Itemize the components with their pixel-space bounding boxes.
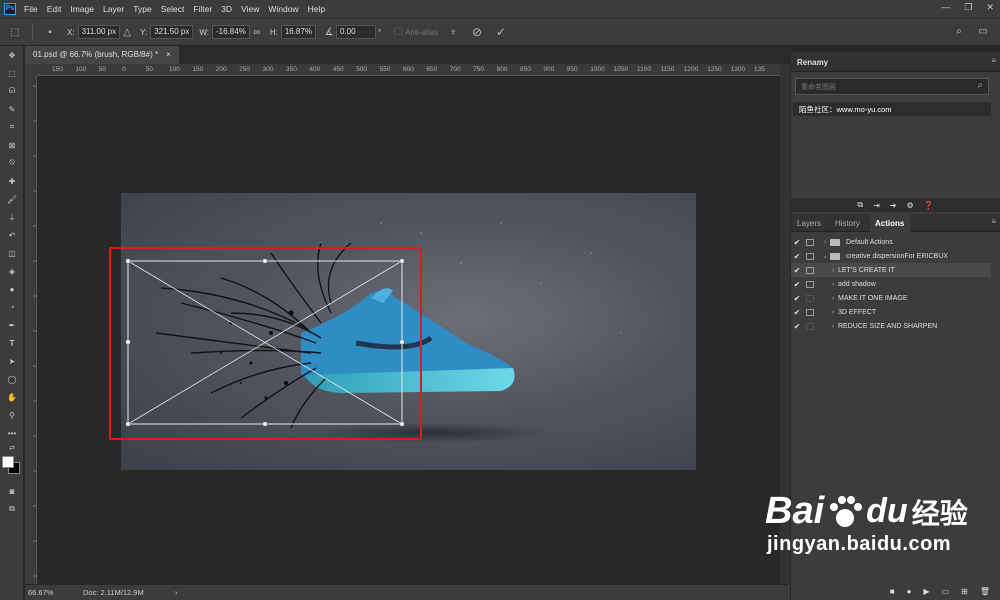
dialog-toggle[interactable] <box>806 238 814 246</box>
folder-icon <box>830 238 840 246</box>
check-icon[interactable]: ✔ <box>791 238 803 247</box>
panel-menu-icon[interactable]: ≡ <box>991 56 996 65</box>
tab-history[interactable]: History <box>835 219 860 228</box>
renamy-item[interactable]: 陌鱼社区：www.mo-yu.com <box>793 102 991 116</box>
dialog-toggle[interactable] <box>806 252 814 260</box>
action-item[interactable]: ✔ › REDUCE SIZE AND SHARPEN <box>791 319 991 333</box>
stop-icon[interactable]: ■ <box>890 587 895 596</box>
dialog-toggle[interactable] <box>806 322 814 330</box>
check-icon[interactable]: ✔ <box>791 266 803 275</box>
check-icon[interactable]: ✔ <box>791 280 803 289</box>
baidu-watermark: Bai du 经验 jingyan.baidu.com <box>765 490 968 556</box>
layers-tabs: Layers History Actions ≡ <box>791 214 1000 232</box>
actions-list: ✔ › Default Actions ✔ ⌄ creative dispers… <box>791 235 1000 355</box>
tab-actions[interactable]: Actions <box>875 219 904 228</box>
info-icon[interactable]: ❓ <box>924 201 934 210</box>
play-icon[interactable]: ▶ <box>923 587 929 596</box>
status-bar: 66.67% Doc: 2.11M/12.9M › <box>25 585 790 600</box>
dialog-toggle[interactable] <box>806 294 814 302</box>
action-item[interactable]: ✔ › add shadow <box>791 277 991 291</box>
new-action-icon[interactable]: ⊞ <box>961 587 968 596</box>
dialog-toggle[interactable] <box>806 280 814 288</box>
chevron-down-icon[interactable]: ⌄ <box>820 252 830 260</box>
status-menu-icon[interactable]: › <box>175 588 178 597</box>
action-label: LET'S CREATE IT <box>838 266 895 274</box>
dialog-toggle[interactable] <box>806 308 814 316</box>
actions-dock-icon[interactable]: ⧉ <box>857 200 863 210</box>
watermark-brand: Bai <box>765 490 825 532</box>
zoom-level[interactable]: 66.67% <box>28 588 83 597</box>
renamy-search-input[interactable]: 重命名图层 <box>801 82 836 92</box>
foreground-color[interactable] <box>2 456 14 468</box>
export-dock-icon[interactable]: ⇥ <box>873 201 880 210</box>
trash-icon[interactable]: 🗑 <box>980 587 990 596</box>
renamy-search[interactable]: 重命名图层 ⌕ <box>795 78 989 95</box>
action-label: add shadow <box>838 280 876 288</box>
panel-menu-icon-2[interactable]: ≡ <box>991 217 996 226</box>
action-set-default[interactable]: ✔ › Default Actions <box>791 235 991 249</box>
chevron-right-icon[interactable]: › <box>828 309 838 316</box>
transform-handle-bl <box>125 421 131 427</box>
watermark-cn: 经验 <box>911 497 968 529</box>
tab-layers[interactable]: Layers <box>797 219 821 228</box>
transform-handle-tr <box>399 258 405 264</box>
panel-dock-icons: ⧉ ⇥ ➔ ⚙ ❓ <box>791 198 1000 212</box>
check-icon[interactable]: ✔ <box>791 322 803 331</box>
actions-footer: ■ ● ▶ ▭ ⊞ 🗑 <box>791 583 1000 600</box>
check-icon[interactable]: ✔ <box>791 294 803 303</box>
gear-icon[interactable]: ⚙ <box>906 201 913 210</box>
doc-size: Doc: 2.11M/12.9M <box>83 588 144 597</box>
action-label: creative dispersionFor ERICBUX <box>846 252 948 260</box>
transform-handle-ml <box>125 339 131 345</box>
check-icon[interactable]: ✔ <box>791 308 803 317</box>
watermark-url: jingyan.baidu.com <box>767 533 952 555</box>
paw-logo-icon <box>830 495 863 527</box>
chevron-right-icon[interactable]: › <box>820 239 830 246</box>
renamy-title[interactable]: Renamy <box>797 58 828 67</box>
dialog-toggle[interactable] <box>806 266 814 274</box>
action-item[interactable]: ✔ › LET'S CREATE IT <box>791 263 991 277</box>
tab-actions-bg[interactable]: Actions <box>870 214 910 232</box>
transform-handle-tc <box>262 258 268 264</box>
transform-handle-br <box>399 421 405 427</box>
check-icon[interactable]: ✔ <box>791 252 803 261</box>
new-set-icon[interactable]: ▭ <box>942 587 950 596</box>
watermark-brand-2: du <box>866 492 908 530</box>
arrow-dock-icon[interactable]: ➔ <box>890 201 897 210</box>
chevron-right-icon[interactable]: › <box>828 323 838 330</box>
renamy-header: Renamy ≡ <box>791 52 1000 72</box>
transform-handle-mr <box>399 339 405 345</box>
action-label: REDUCE SIZE AND SHARPEN <box>838 322 938 330</box>
highlight-box <box>109 247 422 440</box>
chevron-right-icon[interactable]: › <box>828 267 838 274</box>
record-icon[interactable]: ● <box>907 587 912 596</box>
folder-icon <box>830 252 840 260</box>
chevron-right-icon[interactable]: › <box>828 295 838 302</box>
action-label: Default Actions <box>846 238 893 246</box>
chevron-right-icon[interactable]: › <box>828 281 838 288</box>
action-item[interactable]: ✔ › MAKE IT ONE IMAGE <box>791 291 991 305</box>
renamy-item-label: 陌鱼社区：www.mo-yu.com <box>799 105 892 114</box>
action-label: 3D EFFECT <box>838 308 877 316</box>
transform-handle-tl <box>125 258 131 264</box>
search-icon[interactable]: ⌕ <box>977 80 983 91</box>
action-set-creative[interactable]: ✔ ⌄ creative dispersionFor ERICBUX <box>791 249 991 263</box>
transform-handle-bc <box>262 421 268 427</box>
action-label: MAKE IT ONE IMAGE <box>838 294 908 302</box>
action-item[interactable]: ✔ › 3D EFFECT <box>791 305 991 319</box>
